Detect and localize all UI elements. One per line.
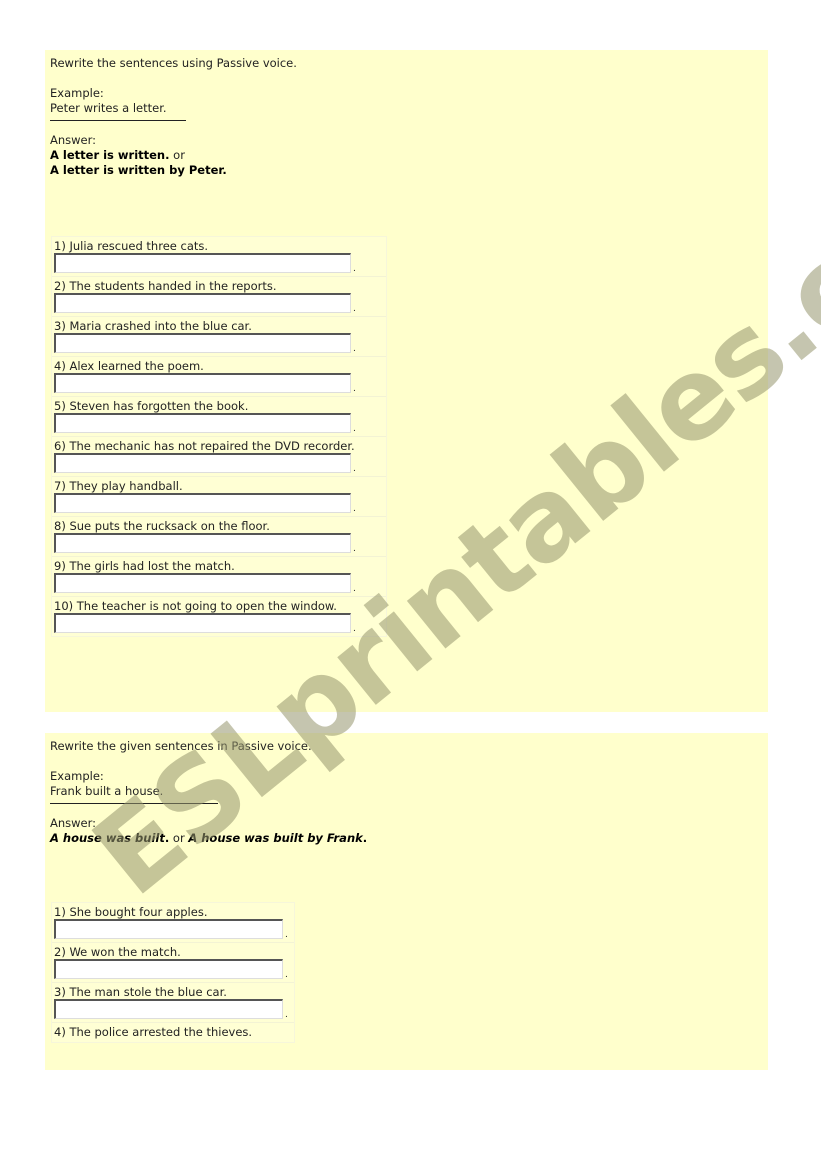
answer-option-1: A house was built — [50, 831, 165, 845]
divider — [50, 120, 186, 121]
input-suffix: . — [285, 930, 288, 940]
question-item: 1) Julia rescued three cats.. — [52, 237, 386, 277]
question-text: 1) She bought four apples. — [54, 905, 208, 919]
answer-label: Answer: — [50, 816, 97, 830]
answer-input-2[interactable] — [54, 293, 351, 313]
answer-input-8[interactable] — [54, 533, 351, 553]
answer-label: Answer: — [50, 133, 97, 147]
question-text: 3) The man stole the blue car. — [54, 985, 227, 999]
exercise-1-panel: Rewrite the sentences using Passive voic… — [45, 50, 768, 712]
answer-input-1[interactable] — [54, 919, 283, 939]
question-item: 4) The police arrested the thieves. — [52, 1023, 294, 1042]
answer-option-2: A letter is written by Peter. — [50, 163, 227, 177]
answer-input-10[interactable] — [54, 613, 351, 633]
input-suffix: . — [353, 464, 356, 474]
question-text: 4) The police arrested the thieves. — [54, 1025, 253, 1039]
input-suffix: . — [353, 384, 356, 394]
answer-dot: . — [362, 831, 368, 845]
question-item: 10) The teacher is not going to open the… — [52, 597, 386, 636]
question-item: 6) The mechanic has not repaired the DVD… — [52, 437, 386, 477]
question-text: 4) Alex learned the poem. — [54, 359, 204, 373]
question-item: 3) The man stole the blue car.. — [52, 983, 294, 1023]
input-suffix: . — [285, 1010, 288, 1020]
question-item: 2) We won the match.. — [52, 943, 294, 983]
divider — [50, 803, 218, 804]
answer-option-2: A house was built by Frank — [188, 831, 363, 845]
input-suffix: . — [353, 544, 356, 554]
input-suffix: . — [353, 584, 356, 594]
input-suffix: . — [285, 970, 288, 980]
answer-input-3[interactable] — [54, 333, 351, 353]
question-item: 7) They play handball.. — [52, 477, 386, 517]
answer-input-2[interactable] — [54, 959, 283, 979]
question-text: 2) The students handed in the reports. — [54, 279, 277, 293]
input-suffix: . — [353, 304, 356, 314]
input-suffix: . — [353, 264, 356, 274]
input-suffix: . — [353, 344, 356, 354]
example-label: Example: — [50, 86, 104, 100]
question-text: 1) Julia rescued three cats. — [54, 239, 209, 253]
question-text: 8) Sue puts the rucksack on the floor. — [54, 519, 270, 533]
answer-or: or — [169, 831, 189, 845]
exercise-2-instruction: Rewrite the given sentences in Passive v… — [50, 739, 312, 753]
input-suffix: . — [353, 624, 356, 634]
answer-input-3[interactable] — [54, 999, 283, 1019]
input-suffix: . — [353, 424, 356, 434]
question-item: 2) The students handed in the reports.. — [52, 277, 386, 317]
exercise-2-question-list: 1) She bought four apples.. 2) We won th… — [51, 902, 295, 1043]
question-item: 3) Maria crashed into the blue car.. — [52, 317, 386, 357]
exercise-2-panel: Rewrite the given sentences in Passive v… — [45, 733, 768, 1070]
question-text: 2) We won the match. — [54, 945, 181, 959]
example-sentence: Frank built a house. — [50, 784, 164, 798]
exercise-1-instruction: Rewrite the sentences using Passive voic… — [50, 56, 297, 70]
example-label: Example: — [50, 769, 104, 783]
answer-input-6[interactable] — [54, 453, 351, 473]
question-item: 8) Sue puts the rucksack on the floor.. — [52, 517, 386, 557]
question-text: 3) Maria crashed into the blue car. — [54, 319, 252, 333]
question-item: 4) Alex learned the poem.. — [52, 357, 386, 397]
answer-input-1[interactable] — [54, 253, 351, 273]
example-sentence: Peter writes a letter. — [50, 101, 167, 115]
answer-input-7[interactable] — [54, 493, 351, 513]
answer-or: or — [169, 148, 185, 162]
question-text: 5) Steven has forgotten the book. — [54, 399, 249, 413]
question-text: 6) The mechanic has not repaired the DVD… — [54, 439, 355, 453]
exercise-1-question-list: 1) Julia rescued three cats.. 2) The stu… — [51, 236, 387, 637]
question-item: 1) She bought four apples.. — [52, 903, 294, 943]
question-text: 7) They play handball. — [54, 479, 183, 493]
question-text: 10) The teacher is not going to open the… — [54, 599, 337, 613]
question-text: 9) The girls had lost the match. — [54, 559, 235, 573]
answer-input-9[interactable] — [54, 573, 351, 593]
answer-input-5[interactable] — [54, 413, 351, 433]
input-suffix: . — [353, 504, 356, 514]
question-item: 9) The girls had lost the match.. — [52, 557, 386, 597]
question-item: 5) Steven has forgotten the book.. — [52, 397, 386, 437]
answer-option-1: A letter is written. — [50, 148, 170, 162]
answer-input-4[interactable] — [54, 373, 351, 393]
